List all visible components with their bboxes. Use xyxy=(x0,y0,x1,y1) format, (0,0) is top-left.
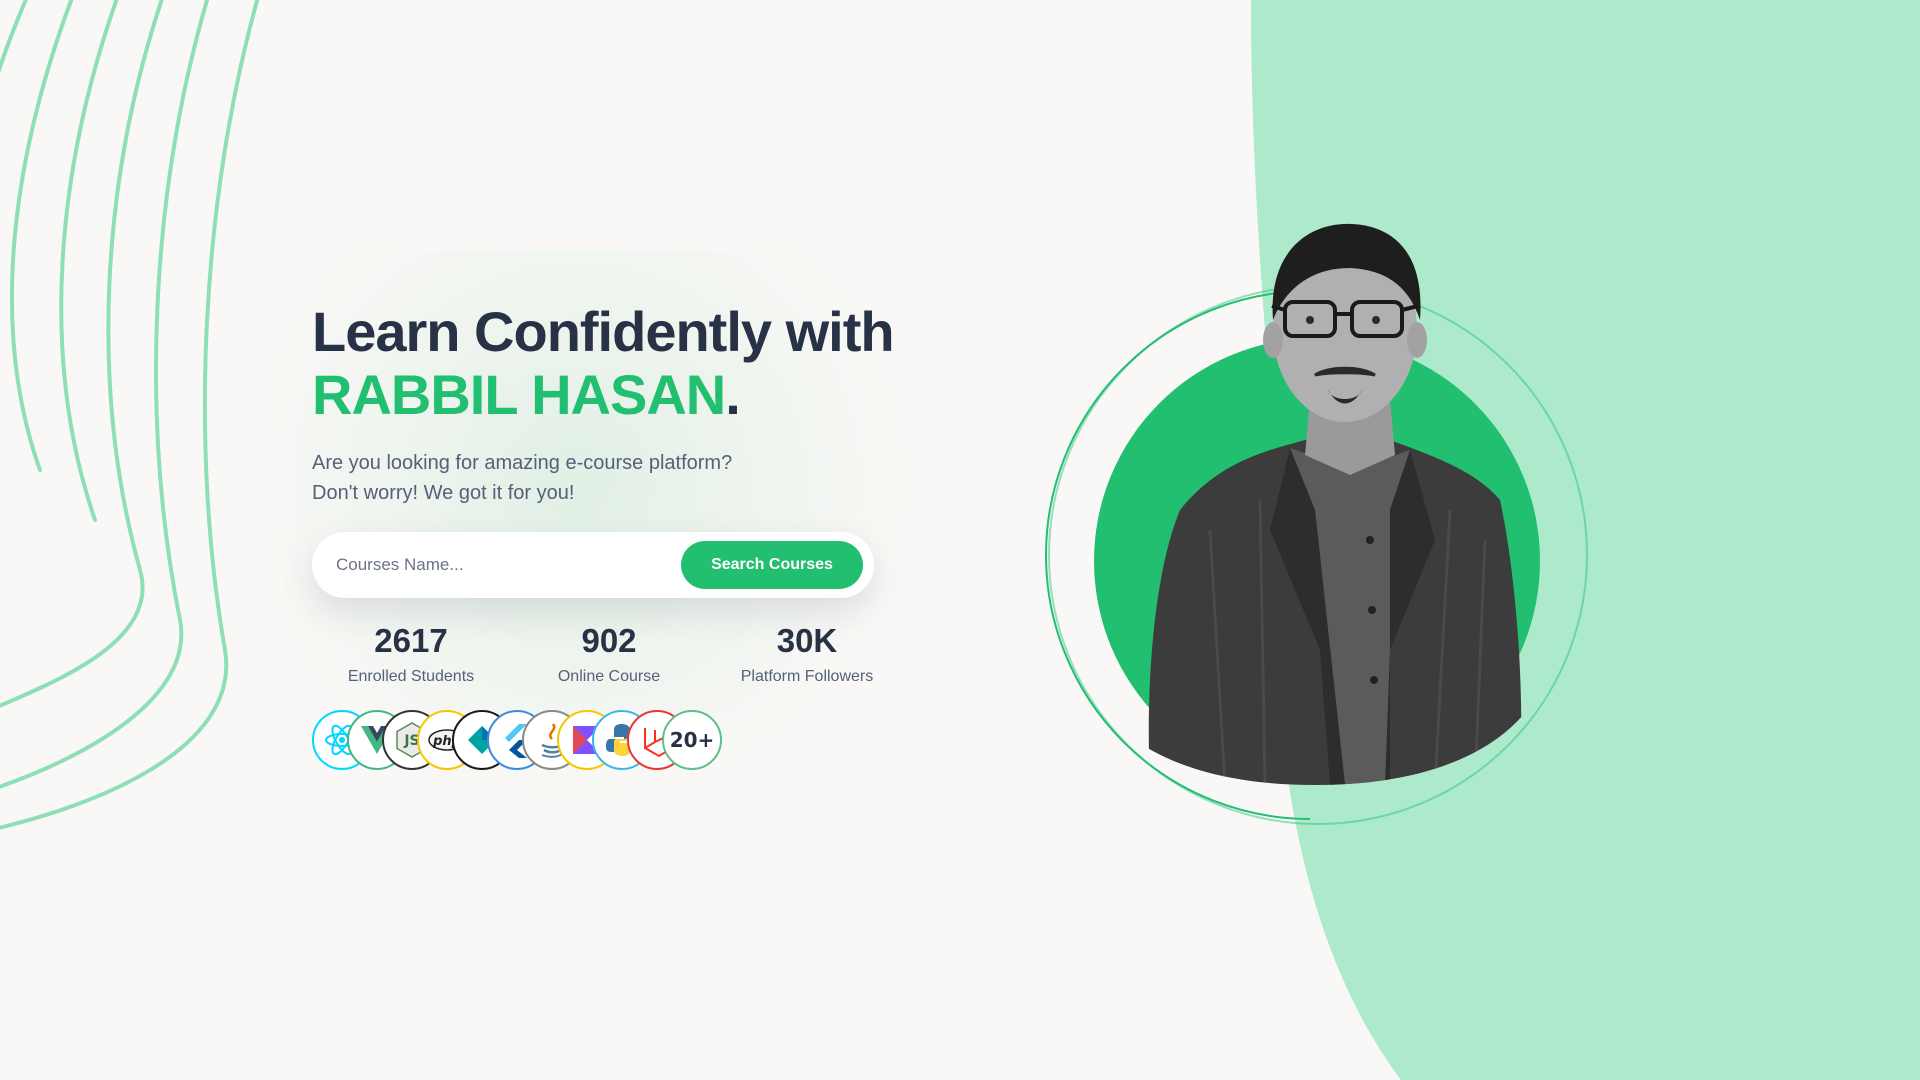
more-technologies-badge: 20+ xyxy=(662,710,722,770)
technologies-count: 20+ xyxy=(669,728,715,752)
hero-headline: Learn Confidently with RABBIL HASAN. xyxy=(312,300,932,426)
headline-name: RABBIL HASAN xyxy=(312,363,726,426)
course-search-bar: Search Courses xyxy=(312,532,874,598)
stat-enrolled-students: 2617 Enrolled Students xyxy=(312,622,510,686)
stat-value: 2617 xyxy=(374,622,448,659)
stat-value: 30K xyxy=(776,622,838,659)
course-search-input[interactable] xyxy=(336,555,681,575)
hero-section: Learn Confidently with RABBIL HASAN. Are… xyxy=(312,300,932,770)
stats-row: 2617 Enrolled Students 902 Online Course… xyxy=(312,622,907,686)
subtitle-line-2: Don't worry! We got it for you! xyxy=(312,482,575,504)
search-courses-button[interactable]: Search Courses xyxy=(681,541,863,589)
headline-line-1: Learn Confidently with xyxy=(312,300,895,363)
instructor-photo xyxy=(1148,223,1522,785)
stat-value: 902 xyxy=(581,622,637,659)
technology-icons-row: JS php 20+ xyxy=(312,710,932,770)
hero-subtitle: Are you looking for amazing e-course pla… xyxy=(312,448,832,508)
stat-label: Online Course xyxy=(557,668,661,685)
stat-platform-followers: 30K Platform Followers xyxy=(708,622,906,686)
headline-dot: . xyxy=(725,363,741,426)
subtitle-line-1: Are you looking for amazing e-course pla… xyxy=(312,452,733,474)
stat-label: Platform Followers xyxy=(740,668,874,685)
stat-label: Enrolled Students xyxy=(347,668,475,685)
stat-online-course: 902 Online Course xyxy=(510,622,708,686)
instructor-portrait xyxy=(1045,210,1595,830)
decorative-wave-lines xyxy=(0,0,260,830)
